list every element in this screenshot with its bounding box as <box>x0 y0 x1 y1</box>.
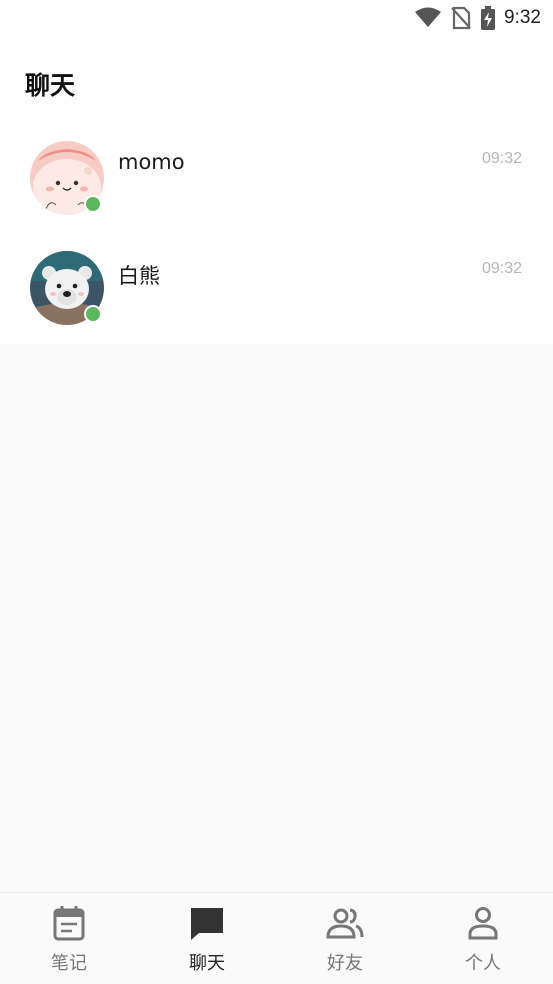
status-bar: 9:32 <box>0 0 553 36</box>
person-icon <box>468 907 498 940</box>
online-status-dot <box>84 305 102 323</box>
tab-label: 笔记 <box>51 953 87 974</box>
status-time: 9:32 <box>504 7 541 28</box>
chat-row-momo[interactable]: momo 09:32 <box>0 124 553 234</box>
tab-profile[interactable]: 个人 <box>414 893 552 984</box>
friends-icon <box>326 908 364 939</box>
chat-bubble-icon <box>191 908 223 940</box>
tab-label: 聊天 <box>189 953 225 974</box>
battery-charging-icon <box>481 6 496 30</box>
chat-list: momo 09:32 白熊 09:32 <box>0 124 553 344</box>
tab-label: 好友 <box>327 953 363 974</box>
tab-chat[interactable]: 聊天 <box>138 893 276 984</box>
tab-friends[interactable]: 好友 <box>276 893 414 984</box>
no-sim-icon <box>451 6 471 30</box>
chat-name: 白熊 <box>118 264 160 288</box>
tab-label: 个人 <box>465 953 501 974</box>
chat-time: 09:32 <box>481 260 522 277</box>
page-header: 聊天 <box>0 36 553 124</box>
bottom-tab-bar: 笔记 聊天 好友 个人 <box>0 892 553 984</box>
online-status-dot <box>84 195 102 213</box>
page-title: 聊天 <box>25 71 76 100</box>
notebook-icon <box>53 906 85 941</box>
tab-notes[interactable]: 笔记 <box>0 893 138 984</box>
wifi-icon <box>415 7 442 27</box>
chat-name: momo <box>118 150 185 174</box>
chat-time: 09:32 <box>481 150 522 167</box>
chat-row-baixiong[interactable]: 白熊 09:32 <box>0 234 553 344</box>
